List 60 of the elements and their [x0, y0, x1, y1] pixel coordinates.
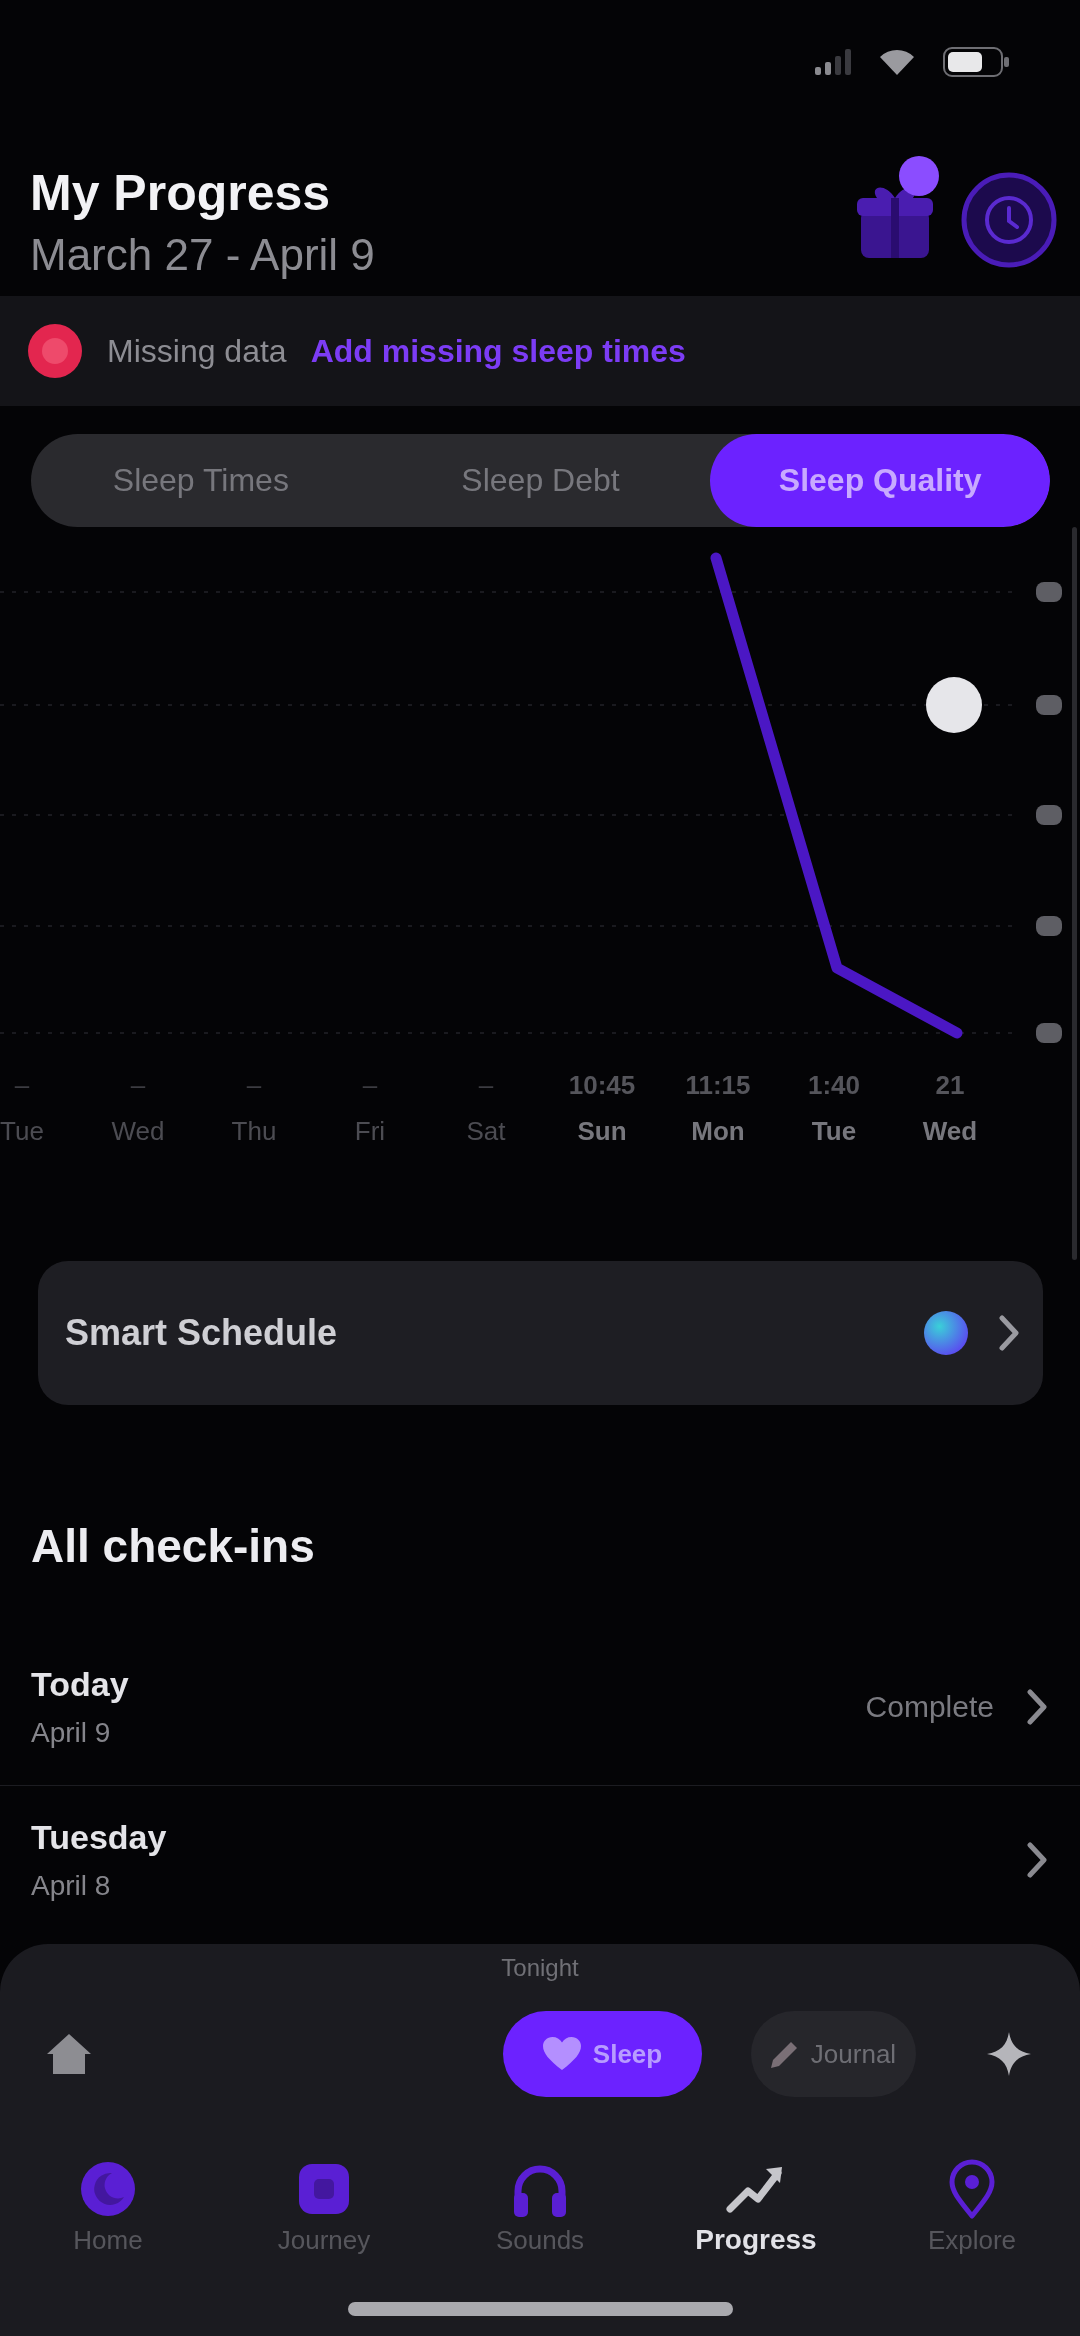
battery-icon	[943, 47, 1009, 77]
home-icon[interactable]	[45, 2032, 93, 2076]
date-label: April 9	[31, 1716, 111, 1750]
signal-icon	[815, 49, 851, 75]
value-label: –	[478, 1069, 494, 1102]
missing-data-label: Missing data	[107, 332, 287, 370]
value-label: 10:45	[568, 1069, 636, 1102]
day-label: Wed	[922, 1115, 978, 1148]
segment-tab[interactable]: Sleep Times	[31, 434, 371, 527]
date-label: April 8	[31, 1868, 111, 1903]
scale-tick-icon	[1036, 805, 1062, 825]
scale-tick-icon	[1036, 1023, 1062, 1043]
chevron-right-icon[interactable]	[1026, 1841, 1048, 1878]
nav-tab[interactable]: Sounds	[432, 2159, 648, 2257]
wifi-icon	[879, 49, 915, 75]
day-label: Tuesday	[31, 1816, 167, 1858]
day-label: Thu	[231, 1115, 277, 1148]
chevron-right-icon	[998, 1315, 1020, 1351]
status-label: Complete	[865, 1690, 994, 1724]
nav-tab[interactable]: Journey	[216, 2159, 432, 2257]
value-label: 1:40	[807, 1069, 860, 1102]
gradient-orb-icon	[924, 1311, 968, 1355]
value-label: –	[14, 1069, 30, 1102]
value-label: 11:15	[685, 1069, 751, 1102]
nav-tab[interactable]: Progress	[648, 2159, 864, 2257]
value-label: –	[246, 1069, 262, 1102]
page-title: My Progress	[30, 164, 331, 223]
section-title: All check-ins	[31, 1519, 315, 1574]
segment-tab[interactable]: Sleep Quality	[710, 434, 1050, 527]
clock-icon[interactable]	[961, 172, 1057, 268]
scale-tick-icon	[1036, 695, 1062, 715]
scale-tick-icon	[1036, 582, 1062, 602]
day-label: Today	[31, 1664, 129, 1705]
day-label: Fri	[354, 1115, 386, 1148]
value-label: –	[362, 1069, 378, 1102]
action-button[interactable]: Sleep	[503, 2011, 702, 2097]
sheet-label: Tonight	[501, 1954, 579, 1982]
pencil-icon	[770, 2040, 799, 2068]
segment-tab[interactable]: Sleep Debt	[370, 434, 711, 527]
action-button[interactable]: Journal	[751, 2011, 916, 2097]
nav-tab[interactable]: Home	[0, 2159, 216, 2257]
scale-tick-icon	[1036, 916, 1062, 936]
day-label: Mon	[691, 1115, 745, 1148]
value-label: 21	[935, 1069, 965, 1102]
nav-tab[interactable]: Explore	[864, 2159, 1080, 2257]
day-label: Wed	[111, 1115, 165, 1148]
sparkle-icon[interactable]	[987, 2032, 1031, 2076]
value-label: –	[130, 1069, 146, 1102]
day-label: Sun	[577, 1115, 627, 1148]
chevron-right-icon[interactable]	[1026, 1689, 1048, 1725]
smart-schedule-card[interactable]: Smart Schedule	[38, 1261, 1043, 1405]
date-range: March 27 - April 9	[30, 229, 375, 281]
add-sleep-times-link[interactable]: Add missing sleep times	[310, 332, 686, 370]
day-label: Sat	[466, 1115, 506, 1148]
moon-icon	[78, 2159, 138, 2219]
alert-dot-icon	[27, 323, 83, 379]
day-label: Tue	[811, 1115, 857, 1148]
heart-icon	[542, 2037, 581, 2071]
day-label: Tue	[0, 1115, 44, 1148]
data-point	[926, 677, 982, 733]
